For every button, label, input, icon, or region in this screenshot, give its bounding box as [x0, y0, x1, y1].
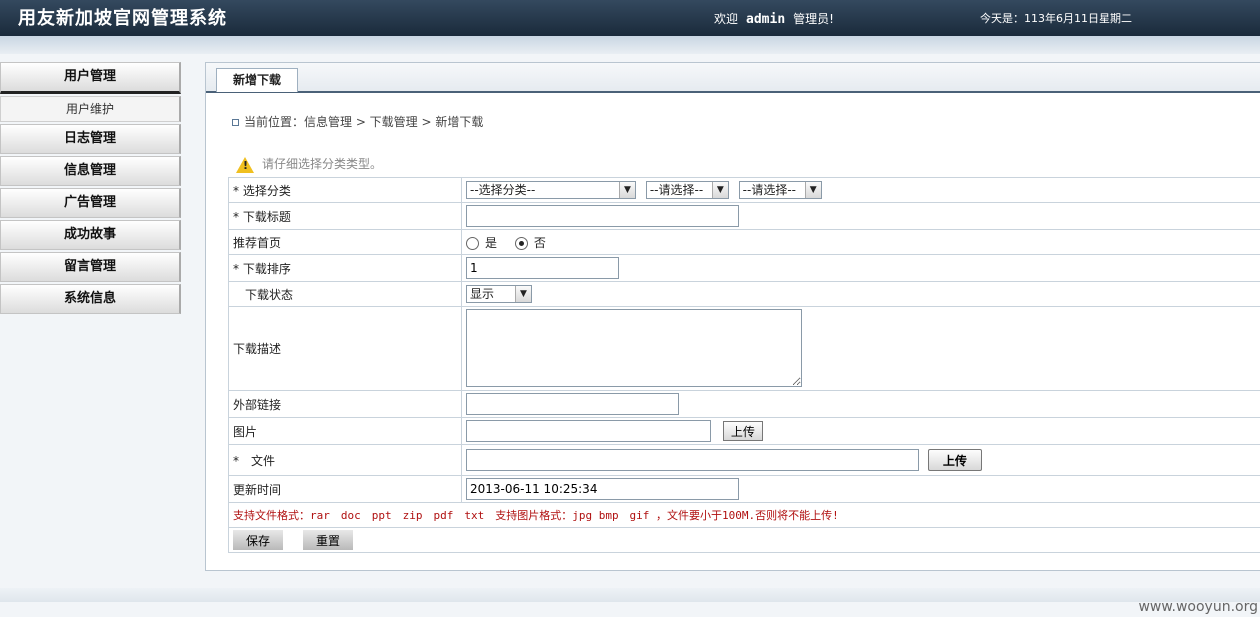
recommend-label: 推荐首页: [228, 229, 462, 255]
title-input[interactable]: [466, 205, 739, 227]
description-label: 下载描述: [228, 306, 462, 391]
title-cell: [461, 202, 1260, 230]
link-input[interactable]: [466, 393, 679, 415]
actions-cell: 保存 重置: [228, 527, 1260, 553]
recommend-yes-radio[interactable]: [466, 236, 479, 250]
category-select-3[interactable]: --请选择-- ▼: [738, 181, 822, 199]
title-label: * 下载标题: [228, 202, 462, 230]
category-select-2-value: --请选择--: [649, 183, 704, 197]
chevron-down-icon: ▼: [515, 286, 531, 302]
current-date: 今天是：113年6月11日星期二: [980, 12, 1132, 25]
form-row-recommend: 推荐首页 是 否: [228, 229, 1260, 255]
category-select-3-value: --请选择--: [742, 183, 796, 197]
top-header: 用友新加坡官网管理系统 欢迎 admin 管理员! 今天是：113年6月11日星期二: [0, 0, 1260, 36]
format-note-cell: 支持文件格式：rar doc ppt zip pdf txt 支持图片格式：jp…: [228, 502, 1260, 528]
warning-icon: [236, 156, 254, 173]
footer-strip: [0, 588, 1260, 602]
update-time-input[interactable]: [466, 478, 739, 500]
category-label: * 选择分类: [228, 177, 462, 203]
header-strip: [0, 36, 1260, 54]
description-cell: [461, 306, 1260, 391]
file-path-input[interactable]: [466, 449, 919, 471]
link-label: 外部链接: [228, 390, 462, 418]
image-label: 图片: [228, 417, 462, 445]
chevron-down-icon: ▼: [619, 182, 635, 198]
form-row-image: 图片 上传: [228, 417, 1260, 445]
username: admin: [746, 12, 786, 27]
file-upload-button[interactable]: 上传: [927, 449, 982, 471]
category-cell: --选择分类-- ▼ --请选择-- ▼ --请选择-- ▼: [461, 177, 1260, 203]
user-role: 管理员!: [793, 12, 834, 26]
category-select-1-value: --选择分类--: [470, 183, 536, 197]
status-select[interactable]: 显示 ▼: [466, 285, 532, 303]
tab-new-download[interactable]: 新增下载: [216, 68, 299, 92]
form-row-description: 下载描述: [228, 306, 1260, 391]
notice-text: 请仔细选择分类类型。: [262, 157, 383, 171]
status-cell: 显示 ▼: [461, 281, 1260, 307]
breadcrumb: 当前位置：信息管理 > 下载管理 > 新增下载: [232, 113, 483, 130]
order-label: * 下载排序: [228, 254, 462, 282]
system-title: 用友新加坡官网管理系统: [18, 8, 227, 29]
welcome-text: 欢迎 admin 管理员!: [714, 10, 834, 27]
description-textarea[interactable]: [466, 309, 802, 387]
bullet-icon: [232, 119, 239, 126]
reset-button[interactable]: 重置: [303, 530, 353, 550]
form-row-format-note: 支持文件格式：rar doc ppt zip pdf txt 支持图片格式：jp…: [228, 502, 1260, 528]
download-form: * 选择分类 --选择分类-- ▼ --请选择-- ▼ --请选择-- ▼ * 下载标…: [228, 177, 1260, 553]
category-select-2[interactable]: --请选择-- ▼: [645, 181, 729, 199]
update-time-cell: [461, 475, 1260, 503]
sidebar-item-ad-management[interactable]: 广告管理: [0, 188, 181, 218]
sidebar: 用户管理 用户维护 日志管理 信息管理 广告管理 成功故事 留言管理 系统信息: [0, 62, 181, 316]
notice: 请仔细选择分类类型。: [236, 155, 382, 173]
sidebar-item-success-stories[interactable]: 成功故事: [0, 220, 181, 250]
sidebar-item-message-management[interactable]: 留言管理: [0, 252, 181, 282]
tab-bar: 新增下载: [206, 63, 1260, 93]
recommend-no-label: 否: [533, 235, 546, 250]
form-row-file: * 文件 上传: [228, 444, 1260, 476]
image-upload-button[interactable]: 上传: [722, 421, 763, 441]
sidebar-item-log-management[interactable]: 日志管理: [0, 124, 181, 154]
save-button[interactable]: 保存: [233, 530, 283, 550]
main-panel: 新增下载 当前位置：信息管理 > 下载管理 > 新增下载 请仔细选择分类类型。 …: [205, 62, 1260, 571]
image-cell: 上传: [461, 417, 1260, 445]
status-select-value: 显示: [470, 287, 495, 301]
recommend-cell: 是 否: [461, 229, 1260, 255]
update-time-label: 更新时间: [228, 475, 462, 503]
sidebar-item-info-management[interactable]: 信息管理: [0, 156, 181, 186]
image-path-input[interactable]: [466, 420, 711, 442]
form-row-title: * 下载标题: [228, 202, 1260, 230]
sidebar-subitem-user-maintenance[interactable]: 用户维护: [0, 96, 181, 122]
recommend-yes-label: 是: [485, 235, 498, 250]
link-cell: [461, 390, 1260, 418]
recommend-no-radio[interactable]: [514, 236, 528, 250]
chevron-down-icon: ▼: [804, 182, 821, 198]
order-input[interactable]: [466, 257, 619, 279]
status-label: 下载状态: [228, 281, 462, 307]
chevron-down-icon: ▼: [711, 182, 728, 198]
format-note: 支持文件格式：rar doc ppt zip pdf txt 支持图片格式：jp…: [233, 509, 839, 522]
file-cell: 上传: [461, 444, 1260, 476]
form-row-actions: 保存 重置: [228, 527, 1260, 553]
form-row-update-time: 更新时间: [228, 475, 1260, 503]
breadcrumb-text: 当前位置：信息管理 > 下载管理 > 新增下载: [244, 115, 484, 129]
form-row-status: 下载状态 显示 ▼: [228, 281, 1260, 307]
sidebar-item-user-management[interactable]: 用户管理: [0, 62, 181, 94]
watermark: www.wooyun.org: [1138, 599, 1258, 615]
sidebar-item-system-info[interactable]: 系统信息: [0, 284, 181, 314]
form-row-category: * 选择分类 --选择分类-- ▼ --请选择-- ▼ --请选择-- ▼: [228, 177, 1260, 203]
category-select-1[interactable]: --选择分类-- ▼: [466, 181, 636, 199]
file-label: * 文件: [228, 444, 462, 476]
form-row-order: * 下载排序: [228, 254, 1260, 282]
order-cell: [461, 254, 1260, 282]
form-row-link: 外部链接: [228, 390, 1260, 418]
welcome-prefix: 欢迎: [714, 12, 739, 26]
